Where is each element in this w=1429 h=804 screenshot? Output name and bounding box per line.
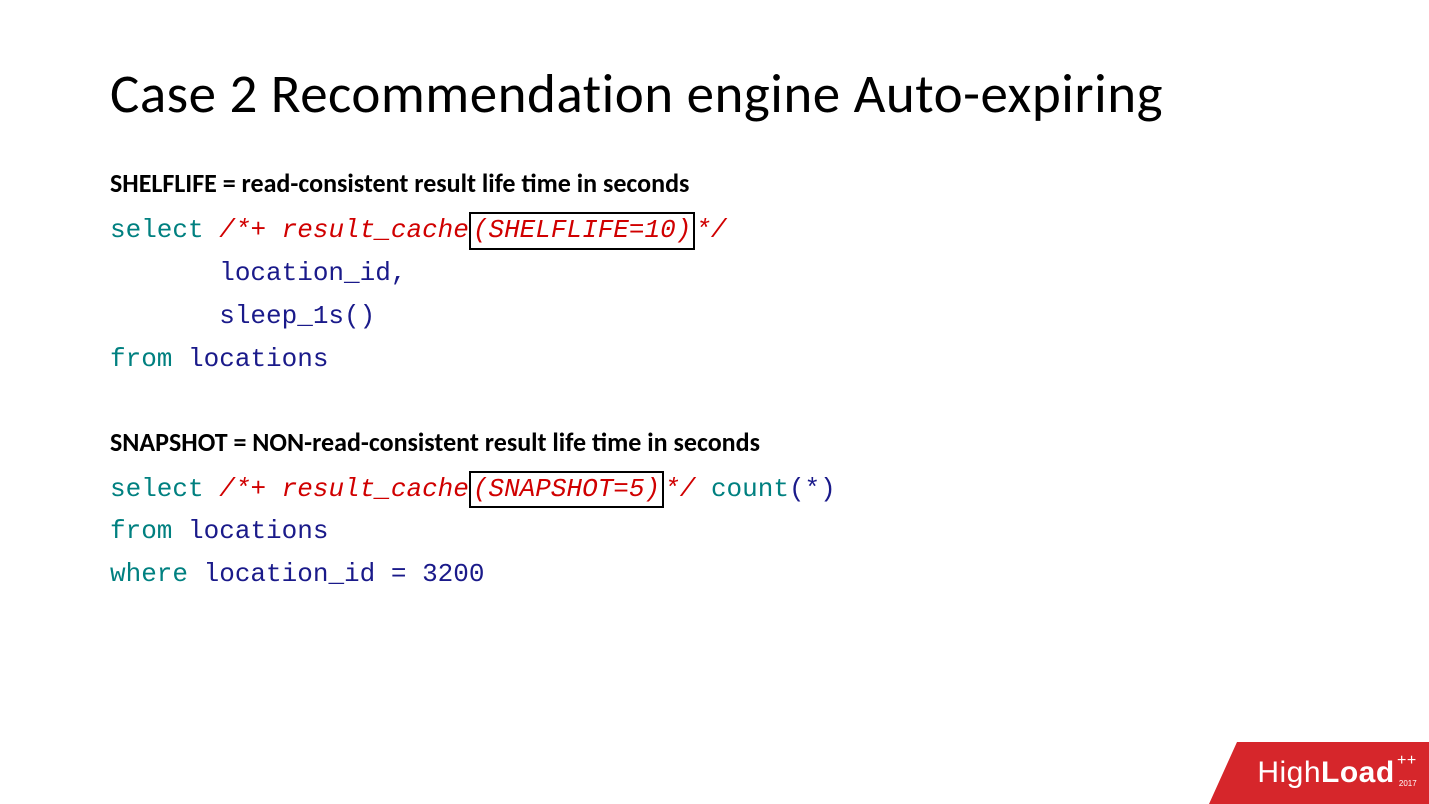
highload-logo: HighLoad ++ 2017 xyxy=(1209,742,1429,804)
logo-plusplus: ++ xyxy=(1397,752,1417,770)
keyword-where: where xyxy=(110,559,188,589)
logo-year: 2017 xyxy=(1399,779,1417,788)
where-val: 3200 xyxy=(422,559,484,589)
hint-comment: /*+ result_cache(SHELFLIFE=10)*/ xyxy=(219,215,726,245)
keyword-from: from xyxy=(110,344,172,374)
where-col: location_id xyxy=(204,559,376,589)
shelf-life-heading: SHELFLIFE = read-consistent result life … xyxy=(110,167,1329,199)
keyword-from2: from xyxy=(110,516,172,546)
hint-close2: */ xyxy=(664,474,695,504)
logo-text: HighLoad ++ 2017 xyxy=(1257,756,1394,790)
logo-high: High xyxy=(1257,756,1321,789)
hint-shelflife-box: (SHELFLIFE=10) xyxy=(469,212,695,250)
hint-comment2: /*+ result_cache(SNAPSHOT=5)*/ xyxy=(219,474,695,504)
code-block-shelflife: select /*+ result_cache(SHELFLIFE=10)*/ … xyxy=(110,209,1329,381)
hint-open: /*+ result_cache xyxy=(219,215,469,245)
hint-snapshot-box: (SNAPSHOT=5) xyxy=(469,471,664,509)
logo-load: Load xyxy=(1321,756,1395,789)
keyword-select: select xyxy=(110,215,204,245)
keyword-count: count xyxy=(711,474,789,504)
hint-close: */ xyxy=(695,215,726,245)
snapshot-heading: SNAPSHOT = NON-read-consistent result li… xyxy=(110,426,1329,458)
where-eq: = xyxy=(375,559,422,589)
slide: Case 2 Recommendation engine Auto-expiri… xyxy=(0,0,1429,804)
tbl-locations2: locations xyxy=(188,516,328,546)
count-arg: (*) xyxy=(789,474,836,504)
tbl-locations: locations xyxy=(188,344,328,374)
col-location-id: location_id, xyxy=(219,258,406,288)
code-block-snapshot: select /*+ result_cache(SNAPSHOT=5)*/ co… xyxy=(110,468,1329,597)
hint-open2: /*+ result_cache xyxy=(219,474,469,504)
keyword-select2: select xyxy=(110,474,204,504)
col-sleep: sleep_1s() xyxy=(219,301,375,331)
slide-title: Case 2 Recommendation engine Auto-expiri… xyxy=(110,60,1329,127)
